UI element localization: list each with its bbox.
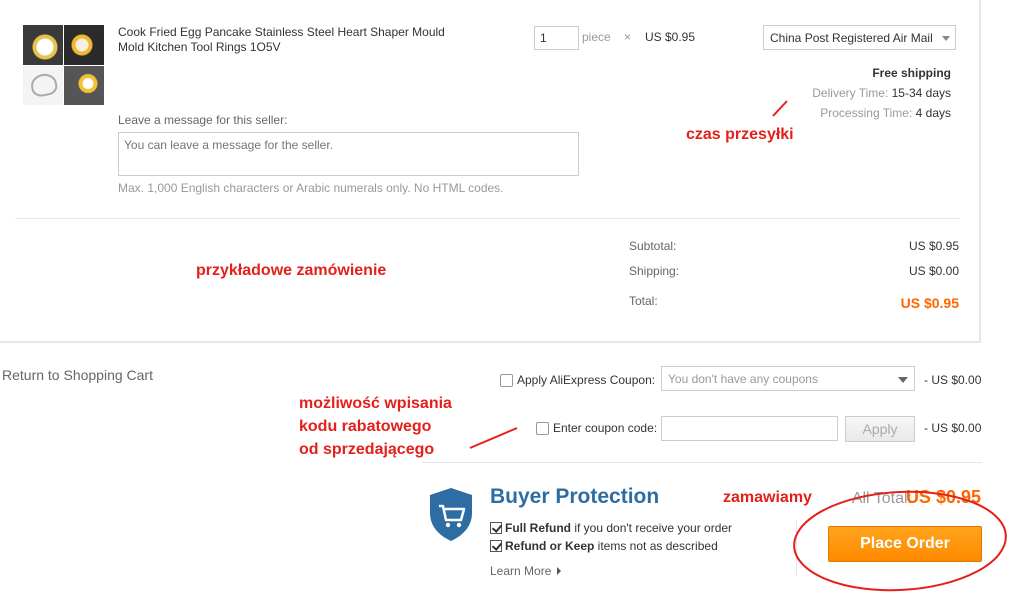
product-title[interactable]: Cook Fried Egg Pancake Stainless Steel H… bbox=[118, 25, 468, 55]
annotation-delivery-time: czas przesyłki bbox=[686, 126, 794, 143]
checkmark-icon bbox=[490, 540, 502, 552]
apply-coupon-button[interactable]: Apply bbox=[845, 416, 915, 442]
coupon-code-checkbox[interactable] bbox=[536, 422, 549, 435]
all-total-label: All Total: bbox=[851, 490, 912, 507]
seller-message-field[interactable] bbox=[118, 132, 579, 176]
refund-or-keep-line: Refund or Keep items not as described bbox=[490, 539, 718, 553]
vertical-divider bbox=[796, 520, 797, 576]
return-to-cart-link[interactable]: Return to Shopping Cart bbox=[2, 367, 153, 383]
divider bbox=[422, 462, 982, 463]
delivery-time-label: Delivery Time: bbox=[812, 86, 889, 100]
times-sign: × bbox=[624, 30, 632, 44]
aliexpress-coupon-select[interactable]: You don't have any coupons bbox=[661, 366, 915, 391]
delivery-time-value: 15-34 days bbox=[891, 86, 951, 100]
all-total-value: US $0.95 bbox=[905, 487, 981, 507]
divider bbox=[15, 218, 960, 219]
pancake-photo bbox=[64, 65, 104, 105]
total-value: US $0.95 bbox=[900, 295, 959, 311]
chevron-down-icon bbox=[898, 377, 908, 383]
delivery-time: Delivery Time: 15-34 days bbox=[812, 86, 951, 100]
full-refund-line: Full Refund if you don't receive your or… bbox=[490, 521, 732, 535]
quantity-input[interactable] bbox=[534, 26, 579, 50]
processing-time-value: 4 days bbox=[915, 106, 951, 120]
fried-egg-photo bbox=[64, 25, 104, 65]
subtotal-value: US $0.95 bbox=[908, 239, 959, 253]
annotation-coupon-line-1: możliwość wpisania bbox=[299, 395, 452, 412]
annotation-sample-order: przykładowe zamówienie bbox=[196, 262, 387, 279]
unit-price: US $0.95 bbox=[645, 30, 696, 44]
total-label: Total: bbox=[629, 294, 658, 308]
message-hint: Max. 1,000 English characters or Arabic … bbox=[118, 181, 504, 195]
full-refund-text: if you don't receive your order bbox=[571, 521, 733, 535]
annotation-place-order: zamawiamy bbox=[723, 489, 812, 506]
shipping-value: US $0.00 bbox=[908, 264, 959, 278]
heart-ring-photo bbox=[23, 65, 63, 105]
aliexpress-coupon-checkbox[interactable] bbox=[500, 374, 513, 387]
coupon-code-label: Enter coupon code: bbox=[553, 421, 658, 435]
full-refund-bold: Full Refund bbox=[505, 521, 571, 535]
quantity-unit: piece bbox=[582, 30, 611, 44]
shipping-label: Shipping: bbox=[629, 264, 680, 278]
coupon-code-amount: - US $0.00 bbox=[924, 421, 982, 435]
aliexpress-coupon-label: Apply AliExpress Coupon: bbox=[517, 373, 656, 387]
message-label: Leave a message for this seller: bbox=[118, 113, 288, 127]
processing-time-label: Processing Time: bbox=[820, 106, 913, 120]
processing-time: Processing Time: 4 days bbox=[820, 106, 951, 120]
free-shipping-label: Free shipping bbox=[872, 66, 951, 80]
aliexpress-coupon-value: You don't have any coupons bbox=[668, 372, 818, 386]
refund-or-keep-text: items not as described bbox=[594, 539, 718, 553]
shipping-method-select[interactable]: China Post Registered Air Mail bbox=[763, 25, 956, 50]
chevron-right-icon bbox=[557, 567, 562, 575]
aliexpress-coupon-amount: - US $0.00 bbox=[924, 373, 982, 387]
subtotal-label: Subtotal: bbox=[629, 239, 677, 253]
coupon-code-input[interactable] bbox=[661, 416, 838, 441]
shield-cart-icon bbox=[430, 488, 472, 541]
learn-more-link[interactable]: Learn More bbox=[490, 564, 562, 578]
product-thumbnail[interactable] bbox=[23, 25, 104, 105]
egg-ring-photo bbox=[23, 25, 63, 65]
refund-or-keep-bold: Refund or Keep bbox=[505, 539, 595, 553]
shipping-method-value: China Post Registered Air Mail bbox=[770, 31, 933, 45]
annotation-coupon-line-2: kodu rabatowego bbox=[299, 418, 432, 435]
checkmark-icon bbox=[490, 522, 502, 534]
place-order-button[interactable]: Place Order bbox=[828, 526, 982, 562]
chevron-down-icon bbox=[942, 36, 950, 41]
annotation-mark-coupon bbox=[469, 427, 518, 449]
annotation-coupon-line-3: od sprzedającego bbox=[299, 441, 435, 458]
buyer-protection-title: Buyer Protection bbox=[490, 485, 660, 508]
learn-more-label: Learn More bbox=[490, 564, 552, 578]
